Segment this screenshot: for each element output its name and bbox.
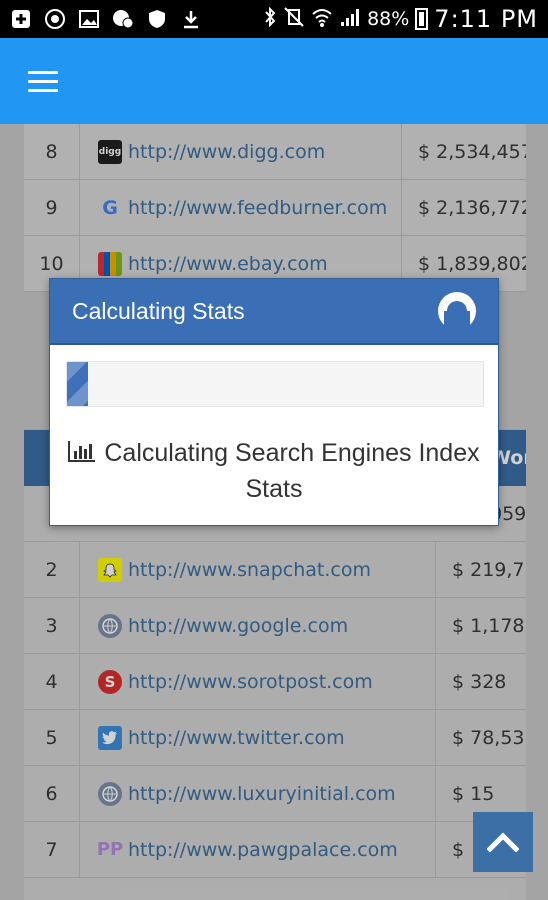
add-box-icon	[10, 8, 32, 30]
clock: 7:11 PM	[434, 5, 538, 33]
progress-fill	[67, 362, 88, 406]
shield-icon	[146, 8, 168, 30]
signal-icon	[339, 6, 361, 33]
alert-badge-icon	[112, 8, 134, 30]
whatsapp-icon	[44, 8, 66, 30]
image-icon	[78, 8, 100, 30]
download-icon	[180, 8, 202, 30]
chevron-up-icon	[487, 832, 519, 852]
battery-percent: 88%	[367, 8, 410, 30]
app-bar	[0, 38, 548, 124]
wifi-icon	[311, 6, 333, 33]
status-bar: 88% 7:11 PM	[0, 0, 548, 38]
bluetooth-icon	[263, 6, 277, 33]
modal-message-text: Calculating Search Engines Index Stats	[104, 439, 480, 503]
back-to-top-button[interactable]	[473, 812, 533, 872]
menu-icon[interactable]	[28, 71, 58, 93]
bar-chart-icon	[68, 441, 96, 462]
modal-header: Calculating Stats	[50, 279, 498, 345]
progress-bar	[66, 361, 484, 407]
vibrate-mute-icon	[283, 6, 305, 33]
modal-message: Calculating Search Engines Index Stats	[50, 435, 498, 507]
modal-title: Calculating Stats	[72, 297, 245, 324]
battery-icon	[415, 8, 429, 30]
calculating-stats-modal: Calculating Stats Calculating Search Eng…	[49, 278, 499, 526]
loading-spinner-icon	[438, 292, 476, 330]
